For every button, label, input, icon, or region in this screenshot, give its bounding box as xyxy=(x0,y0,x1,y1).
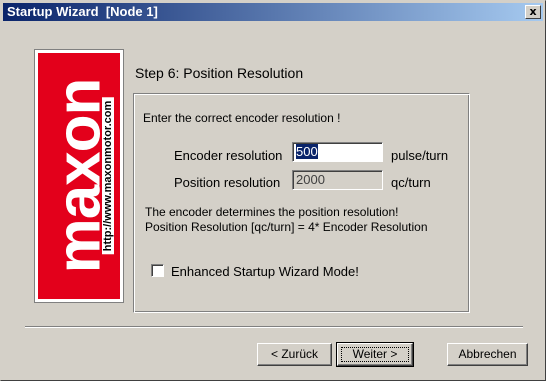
back-button-label: < Zurück xyxy=(270,347,318,361)
close-button[interactable]: x xyxy=(525,5,541,19)
position-resolution-value: 2000 xyxy=(296,172,325,187)
position-unit-label: qc/turn xyxy=(391,175,431,190)
instruction-text: Enter the correct encoder resolution ! xyxy=(143,111,341,125)
encoder-unit-label: pulse/turn xyxy=(391,148,449,163)
encoder-resolution-input[interactable]: 500 xyxy=(292,142,383,162)
title-bar[interactable]: Startup Wizard [Node 1] x xyxy=(3,3,543,21)
note-line-1: The encoder determines the position reso… xyxy=(145,205,399,219)
logo-red-panel: maxon http://www.maxonmotor.com xyxy=(38,53,120,299)
cancel-button[interactable]: Abbrechen xyxy=(447,343,528,366)
step-title: Step 6: Position Resolution xyxy=(135,65,304,81)
position-resolution-field: 2000 xyxy=(292,170,383,190)
logo-url-text: http://www.maxonmotor.com xyxy=(102,97,114,255)
encoder-resolution-label: Encoder resolution xyxy=(174,148,283,163)
maxon-logo: maxon http://www.maxonmotor.com xyxy=(34,49,124,303)
encoder-resolution-value: 500 xyxy=(296,144,318,159)
enhanced-mode-checkbox[interactable] xyxy=(151,264,164,277)
enhanced-mode-label[interactable]: Enhanced Startup Wizard Mode! xyxy=(171,264,359,279)
startup-wizard-window: Startup Wizard [Node 1] x maxon http://w… xyxy=(0,0,546,381)
note-line-2: Position Resolution [qc/turn] = 4* Encod… xyxy=(145,220,428,234)
next-button[interactable]: Weiter > xyxy=(336,342,414,367)
cancel-button-label: Abbrechen xyxy=(458,347,517,361)
position-resolution-label: Position resolution xyxy=(174,175,281,190)
button-separator xyxy=(25,326,523,328)
window-title: Startup Wizard [Node 1] xyxy=(7,4,158,19)
resolution-groupbox xyxy=(133,93,470,313)
back-button[interactable]: < Zurück xyxy=(257,343,332,366)
close-icon: x xyxy=(529,5,537,18)
focus-rect xyxy=(341,347,409,362)
